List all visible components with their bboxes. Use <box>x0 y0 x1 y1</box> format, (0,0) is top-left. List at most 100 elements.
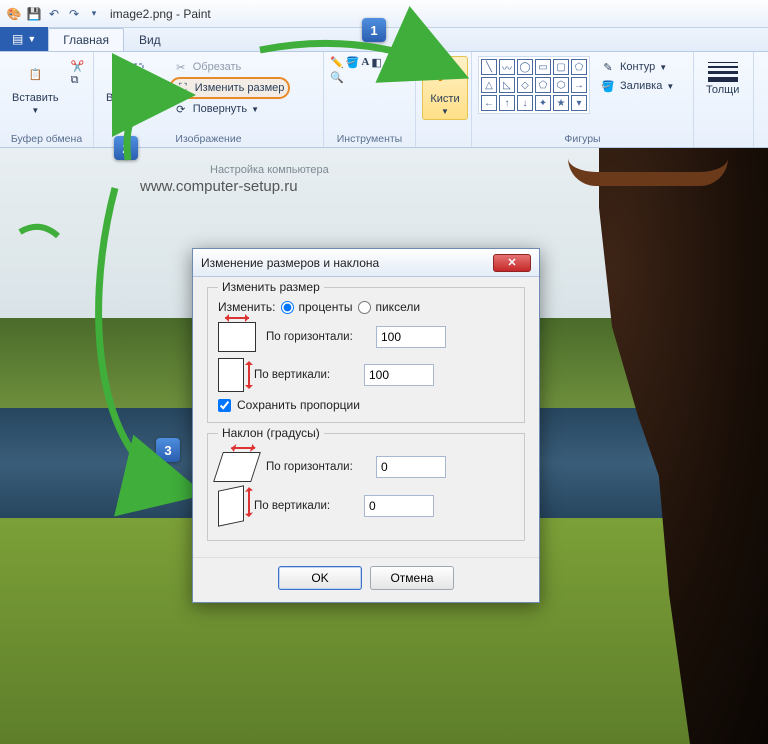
dialog-title: Изменение размеров и наклона <box>201 256 379 270</box>
cancel-button[interactable]: Отмена <box>370 566 454 590</box>
skew-vertical-input[interactable] <box>364 495 434 517</box>
skew-vertical-row: По вертикали: <box>218 488 514 524</box>
skew-horizontal-label: По горизонтали: <box>266 461 366 473</box>
undo-icon[interactable]: ↶ <box>46 6 62 22</box>
group-image: Выделить▼ ✂ Обрезать ⛶ Изменить размер ⟳… <box>94 52 324 147</box>
tab-home[interactable]: Главная <box>48 28 124 51</box>
pencil-icon[interactable]: ✏️ <box>330 56 344 69</box>
dialog-buttons: OK Отмена <box>193 557 539 602</box>
shape-arrow-r[interactable]: → <box>571 77 587 93</box>
resize-horizontal-row: По горизонтали: <box>218 322 514 352</box>
keep-aspect-checkbox[interactable] <box>218 399 231 412</box>
shape-arrow-l[interactable]: ← <box>481 95 497 111</box>
radio-percent-input[interactable] <box>281 301 294 314</box>
group-clipboard: 📋 Вставить▼ ✂️ ⧉ Буфер обмена <box>0 52 94 147</box>
dialog-titlebar[interactable]: Изменение размеров и наклона ✕ <box>193 249 539 277</box>
quick-access-toolbar: 🎨 💾 ↶ ↷ ▾ <box>6 6 102 22</box>
shape-line[interactable]: ╲ <box>481 59 497 75</box>
resize-vertical-label: По вертикали: <box>254 369 354 381</box>
window-title: image2.png - Paint <box>110 7 211 21</box>
magnifier-icon[interactable]: 🔍 <box>330 71 344 84</box>
chevron-down-icon: ▼ <box>27 34 36 44</box>
shape-hexagon[interactable]: ⬡ <box>553 77 569 93</box>
file-menu-icon: ▤ <box>12 32 23 46</box>
group-label-tools: Инструменты <box>330 131 409 145</box>
group-label-clipboard: Буфер обмена <box>6 131 87 145</box>
group-brushes: 🖌️ Кисти▼ <box>416 52 472 147</box>
redo-icon[interactable]: ↷ <box>66 6 82 22</box>
dialog-body: Изменить размер Изменить: проценты пиксе… <box>193 277 539 557</box>
chevron-down-icon: ▼ <box>127 106 135 115</box>
radio-pixels-input[interactable] <box>358 301 371 314</box>
shape-pentagon[interactable]: ⬠ <box>535 77 551 93</box>
keep-aspect-row: Сохранить пропорции <box>218 398 514 412</box>
radio-pixels[interactable]: пиксели <box>358 300 420 314</box>
resize-horizontal-label: По горизонтали: <box>266 331 366 343</box>
step-badge-3: 3 <box>156 438 180 462</box>
radio-percent[interactable]: проценты <box>281 300 352 314</box>
eraser-icon[interactable]: ◧ <box>371 56 381 69</box>
paste-button[interactable]: 📋 Вставить▼ <box>6 56 65 118</box>
copy-icon[interactable]: ⧉ <box>71 74 85 87</box>
shape-arrow-u[interactable]: ↑ <box>499 95 515 111</box>
shape-star5[interactable]: ★ <box>553 95 569 111</box>
resize-vertical-icon <box>218 358 244 392</box>
shape-outline-button[interactable]: ✎ Контур▼ <box>596 58 678 76</box>
resize-button[interactable]: ⛶ Изменить размер <box>169 77 291 99</box>
keep-aspect-label: Сохранить пропорции <box>237 398 360 412</box>
save-icon[interactable]: 💾 <box>26 6 42 22</box>
resize-skew-dialog: Изменение размеров и наклона ✕ Изменить … <box>192 248 540 603</box>
file-tab[interactable]: ▤▼ <box>0 27 48 51</box>
skew-horizontal-input[interactable] <box>376 456 446 478</box>
crop-button[interactable]: ✂ Обрезать <box>169 58 291 76</box>
ok-button[interactable]: OK <box>278 566 362 590</box>
cut-icon[interactable]: ✂️ <box>71 60 85 73</box>
bucket-icon[interactable]: 🪣 <box>346 56 360 69</box>
shape-rect[interactable]: ▭ <box>535 59 551 75</box>
shape-rtriangle[interactable]: ◺ <box>499 77 515 93</box>
fill-icon: 🪣 <box>600 78 616 94</box>
thickness-button[interactable]: Толщи <box>700 56 745 98</box>
watermark-url: www.computer-setup.ru <box>140 178 298 195</box>
resize-horizontal-icon <box>218 322 256 352</box>
skew-fieldset: Наклон (градусы) По горизонтали: По верт… <box>207 433 525 541</box>
thickness-icon <box>708 58 738 82</box>
resize-vertical-input[interactable] <box>364 364 434 386</box>
text-icon[interactable]: A <box>361 56 369 68</box>
shape-more[interactable]: ▾ <box>571 95 587 111</box>
group-label-thickness <box>700 131 747 145</box>
select-button[interactable]: Выделить▼ <box>100 56 163 118</box>
eyedropper-icon[interactable]: 💧 <box>384 56 398 69</box>
brush-icon: 🖌️ <box>429 59 461 91</box>
group-label-shapes: Фигуры <box>478 131 687 145</box>
resize-horizontal-input[interactable] <box>376 326 446 348</box>
close-button[interactable]: ✕ <box>493 254 531 272</box>
resize-vertical-row: По вертикали: <box>218 358 514 392</box>
brushes-button[interactable]: 🖌️ Кисти▼ <box>422 56 468 120</box>
shape-polygon[interactable]: ⬠ <box>571 59 587 75</box>
group-label-brushes <box>422 131 465 145</box>
shape-star4[interactable]: ✦ <box>535 95 551 111</box>
shapes-gallery[interactable]: ╲ 〰 ◯ ▭ ▢ ⬠ △ ◺ ◇ ⬠ ⬡ → ← ↑ ↓ ✦ ★ ▾ <box>478 56 590 114</box>
rotate-icon: ⟳ <box>173 101 189 117</box>
shape-curve[interactable]: 〰 <box>499 59 515 75</box>
watermark-caption: Настройка компьютера <box>210 164 329 176</box>
rotate-button[interactable]: ⟳ Повернуть ▼ <box>169 100 291 118</box>
resize-legend: Изменить размер <box>218 280 324 294</box>
chevron-down-icon: ▼ <box>251 105 259 114</box>
shape-oval[interactable]: ◯ <box>517 59 533 75</box>
shape-roundrect[interactable]: ▢ <box>553 59 569 75</box>
shape-arrow-d[interactable]: ↓ <box>517 95 533 111</box>
crop-icon: ✂ <box>173 59 189 75</box>
group-tools: ✏️ 🪣 A ◧ 💧 🔍 Инструменты <box>324 52 416 147</box>
change-by-label: Изменить: <box>218 300 275 314</box>
shape-triangle[interactable]: △ <box>481 77 497 93</box>
chevron-down-icon: ▼ <box>666 82 674 91</box>
ribbon: 📋 Вставить▼ ✂️ ⧉ Буфер обмена Выделить▼ … <box>0 52 768 148</box>
shape-fill-button[interactable]: 🪣 Заливка▼ <box>596 77 678 95</box>
clipboard-icon: 📋 <box>19 58 51 90</box>
shape-diamond[interactable]: ◇ <box>517 77 533 93</box>
skew-horizontal-row: По горизонтали: <box>218 452 514 482</box>
tab-view[interactable]: Вид <box>124 28 176 51</box>
qat-dropdown-icon[interactable]: ▾ <box>86 6 102 22</box>
